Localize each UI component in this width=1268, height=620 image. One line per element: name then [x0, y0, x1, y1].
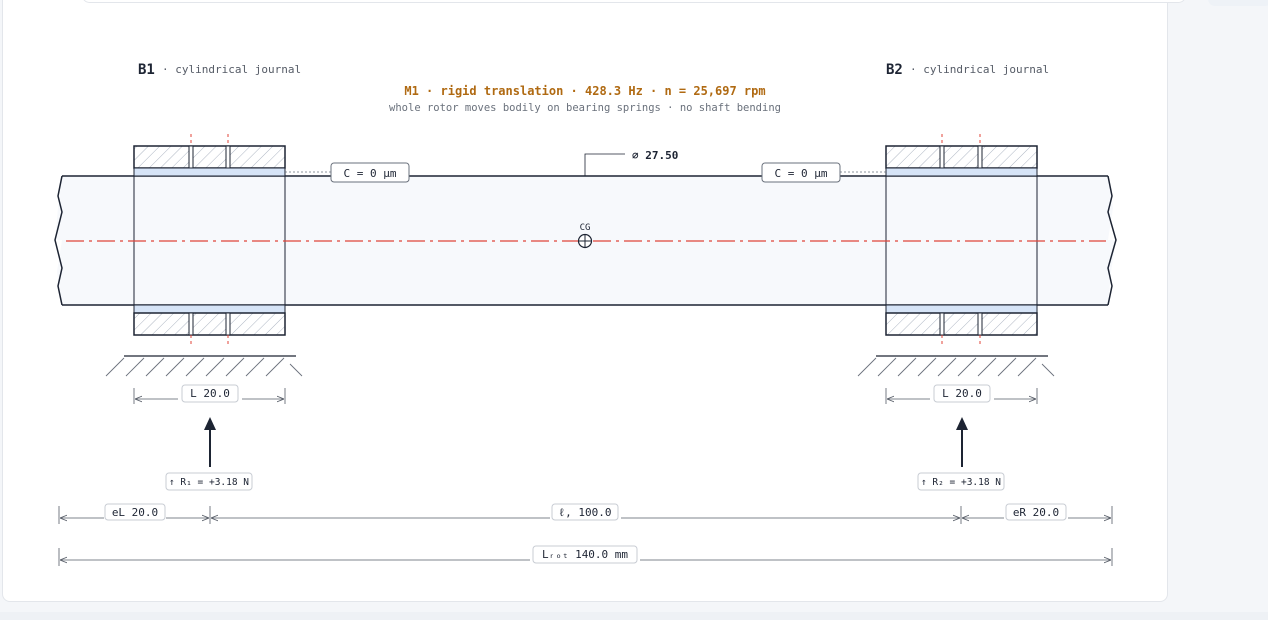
overhang-right-label: eR 20.0	[1013, 506, 1059, 519]
length-label-b2: L 20.0	[942, 387, 982, 400]
reaction-label-b1: ↑ R₁ = +3.18 N	[169, 477, 249, 488]
bearing-b2-groove	[977, 312, 983, 336]
bearing-b1-groove	[225, 145, 231, 169]
reaction-arrowhead-b1	[204, 417, 216, 430]
bearing-b1-groove	[225, 312, 231, 336]
bearing-b1-id: B1	[138, 62, 155, 78]
length-label-b1: L 20.0	[190, 387, 230, 400]
reaction-arrowhead-b2	[956, 417, 968, 430]
ground-b2	[857, 355, 1055, 377]
overhang-left-label: eL 20.0	[112, 506, 158, 519]
clearance-label-b2: C = 0 μm	[775, 167, 828, 180]
bearing-b2-groove	[939, 312, 945, 336]
bearing-b1-liner-top	[133, 167, 286, 177]
rotor-diagram: B1 · cylindrical journal B2 · cylindrica…	[54, 62, 1117, 566]
ground-b1	[105, 355, 303, 377]
bearing-b2-housing-top	[885, 145, 1038, 169]
bearing-b2-liner-top	[885, 167, 1038, 177]
bearing-b1-liner-bottom	[133, 304, 286, 314]
diameter-leader	[584, 153, 625, 176]
bearing-b2-groove	[977, 145, 983, 169]
bearing-b2-groove	[939, 145, 945, 169]
span-label: ℓ, 100.0	[559, 506, 612, 519]
mode-title: M1 · rigid translation · 428.3 Hz · n = …	[404, 84, 765, 98]
bearing-b2-id: B2	[886, 62, 903, 78]
mode-subtitle: whole rotor moves bodily on bearing spri…	[389, 102, 781, 114]
span-dimension: eL 20.0 ℓ, 100.0 eR 20.0	[58, 503, 1113, 524]
total-length-dimension: Lᵣₒₜ 140.0 mm	[58, 545, 1113, 566]
shaft-diameter-label: ⌀ 27.50	[632, 149, 678, 162]
bearing-b1-housing-top	[133, 145, 286, 169]
bearing-b1-housing-bottom	[133, 312, 286, 336]
bearing-b2-liner-bottom	[885, 304, 1038, 314]
bearing-b2-housing-bottom	[885, 312, 1038, 336]
cg-label: CG	[580, 223, 591, 233]
bearing-b1-groove	[188, 312, 194, 336]
total-length-label: Lᵣₒₜ 140.0 mm	[542, 548, 628, 561]
bearing-b1-type: · cylindrical journal	[162, 63, 301, 76]
bearing-b1-groove	[188, 145, 194, 169]
bearing-b2-type: · cylindrical journal	[910, 63, 1049, 76]
clearance-label-b1: C = 0 μm	[344, 167, 397, 180]
reaction-label-b2: ↑ R₂ = +3.18 N	[921, 477, 1001, 488]
